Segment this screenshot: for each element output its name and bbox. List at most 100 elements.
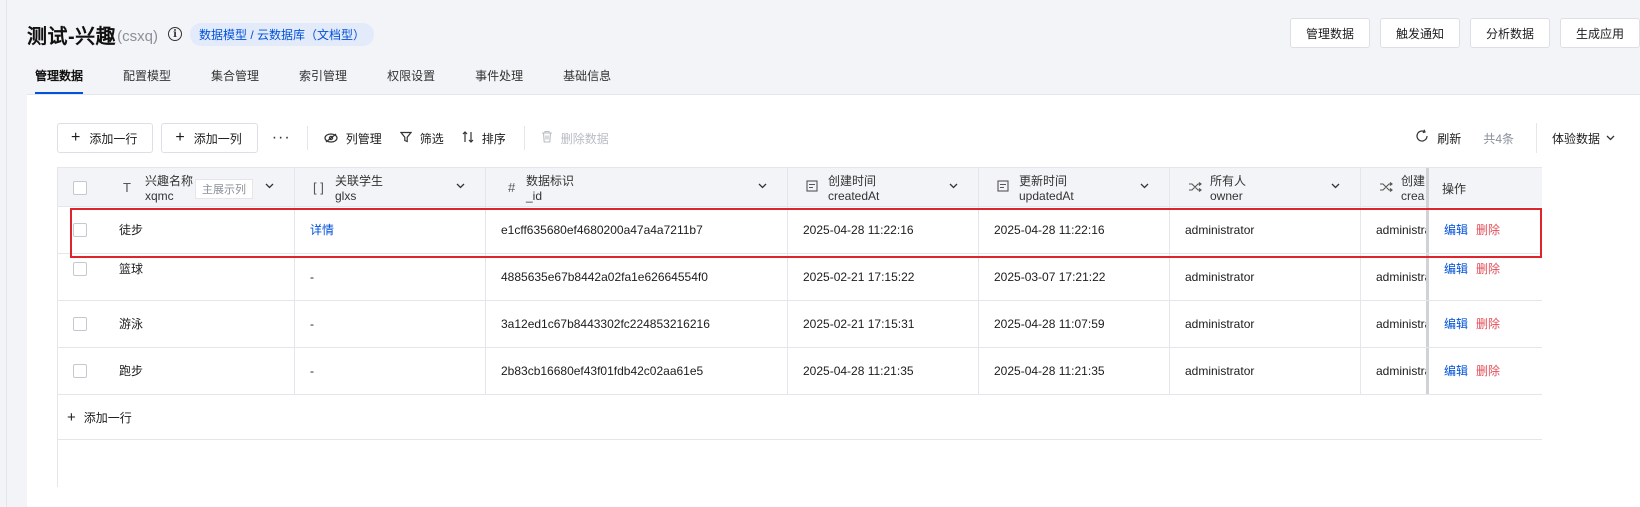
cell-xqmc[interactable]: 跑步 <box>57 348 295 394</box>
row-actions: 编辑 删除 <box>1426 301 1542 347</box>
generate-app-button[interactable]: 生成应用 <box>1559 18 1640 48</box>
more-icon[interactable]: ··· <box>272 129 291 147</box>
cell-glxs[interactable]: - <box>295 348 486 394</box>
chevron-down-icon[interactable] <box>1331 181 1340 192</box>
table-row[interactable]: 跑步 - 2b83cb16680ef43f01fdb42c02aa61e5 20… <box>57 348 1542 395</box>
refresh-icon <box>1415 129 1429 147</box>
row-checkbox[interactable] <box>73 317 87 331</box>
tab-basic-info[interactable]: 基础信息 <box>563 68 611 94</box>
cell-owner[interactable]: administrator <box>1170 348 1361 394</box>
add-row-footer-button[interactable]: + 添加一行 <box>57 395 1542 440</box>
edit-button[interactable]: 编辑 <box>1444 262 1468 276</box>
edit-button[interactable]: 编辑 <box>1444 317 1468 331</box>
toolbar: + 添加一行 + 添加一列 ··· 列管理 筛选 排序 删除数据 刷新 共4条 … <box>57 123 1640 153</box>
cell-xqmc[interactable]: 游泳 <box>57 301 295 347</box>
column-header-id[interactable]: # 数据标识 _id <box>486 168 788 208</box>
cell-glxs[interactable]: - <box>295 254 486 300</box>
tab-bar: 管理数据 配置模型 集合管理 索引管理 权限设置 事件处理 基础信息 <box>35 68 651 94</box>
page-title: 测试-兴趣 <box>27 25 117 48</box>
column-field: glxs <box>335 189 357 203</box>
filter-button[interactable]: 筛选 <box>399 130 444 147</box>
delete-button[interactable]: 删除 <box>1476 364 1500 378</box>
sort-icon <box>462 130 474 146</box>
highlight-box <box>70 208 1542 258</box>
demo-data-dropdown[interactable]: 体验数据 <box>1536 123 1640 153</box>
ops-header-label: 操作 <box>1442 182 1467 196</box>
tab-manage-data[interactable]: 管理数据 <box>35 68 84 94</box>
chevron-down-icon <box>1606 133 1615 144</box>
cell-createdat[interactable]: 2025-02-21 17:15:22 <box>788 254 979 300</box>
cell-glxs[interactable]: - <box>295 301 486 347</box>
cell-owner[interactable]: administrator <box>1170 301 1361 347</box>
cell-createdat[interactable]: 2025-02-21 17:15:31 <box>788 301 979 347</box>
cell-creator[interactable]: administrat <box>1361 301 1426 347</box>
user-relation-icon <box>1379 180 1393 195</box>
cell-updatedat[interactable]: 2025-03-07 17:21:22 <box>979 254 1170 300</box>
left-gutter <box>0 0 7 507</box>
select-all-checkbox[interactable] <box>73 181 87 195</box>
cell-createdat[interactable]: 2025-04-28 11:21:35 <box>788 348 979 394</box>
refresh-button[interactable]: 刷新 <box>1415 129 1461 147</box>
cell-xqmc-text: 游泳 <box>119 317 144 331</box>
cell-id[interactable]: 3a12ed1c67b8443302fc224853216216 <box>486 301 788 347</box>
chevron-down-icon[interactable] <box>1140 181 1149 192</box>
data-panel: + 添加一行 + 添加一列 ··· 列管理 筛选 排序 删除数据 刷新 共4条 … <box>27 95 1640 507</box>
table-row[interactable]: 游泳 - 3a12ed1c67b8443302fc224853216216 20… <box>57 301 1542 348</box>
column-name: 关联学生 <box>335 174 384 188</box>
delete-data-button[interactable]: 删除数据 <box>541 130 609 147</box>
column-header-createdat[interactable]: 创建时间 createdAt <box>788 168 979 208</box>
trigger-notify-button[interactable]: 触发通知 <box>1379 18 1460 48</box>
info-icon[interactable]: i <box>168 27 183 41</box>
cell-updatedat[interactable]: 2025-04-28 11:21:35 <box>979 348 1170 394</box>
add-column-button[interactable]: + 添加一列 <box>161 123 258 153</box>
cell-creator[interactable]: administrat <box>1361 348 1426 394</box>
column-field: xqmc <box>145 189 174 203</box>
eye-off-icon <box>324 131 338 146</box>
cell-xqmc[interactable]: 篮球 <box>57 254 295 300</box>
cell-id[interactable]: 2b83cb16680ef43f01fdb42c02aa61e5 <box>486 348 788 394</box>
delete-button[interactable]: 删除 <box>1476 317 1500 331</box>
delete-button[interactable]: 删除 <box>1476 262 1500 276</box>
column-header-updatedat[interactable]: 更新时间 updatedAt <box>979 168 1170 208</box>
sort-button[interactable]: 排序 <box>462 130 506 147</box>
hash-icon: # <box>508 180 516 195</box>
add-row-label: 添加一行 <box>89 131 138 146</box>
row-checkbox[interactable] <box>73 364 87 378</box>
add-row-footer-label: 添加一行 <box>83 410 132 425</box>
chevron-down-icon[interactable] <box>949 181 958 192</box>
manage-data-button[interactable]: 管理数据 <box>1289 18 1370 48</box>
tab-config-model[interactable]: 配置模型 <box>123 68 171 94</box>
cell-owner[interactable]: administrator <box>1170 254 1361 300</box>
chevron-down-icon[interactable] <box>456 181 465 192</box>
primary-column-chip: 主展示列 <box>195 179 253 199</box>
column-header-xqmc[interactable]: T 兴趣名称 xqmc 主展示列 <box>57 168 295 208</box>
cell-id[interactable]: 4885635e67b8442a02fa1e62664554f0 <box>486 254 788 300</box>
analyze-data-button[interactable]: 分析数据 <box>1469 18 1550 48</box>
column-header-owner[interactable]: 所有人 owner <box>1170 168 1361 208</box>
column-field: updatedAt <box>1019 189 1074 203</box>
column-field: owner <box>1210 189 1243 203</box>
datetime-icon <box>806 180 818 195</box>
edit-button[interactable]: 编辑 <box>1444 364 1468 378</box>
column-manage-button[interactable]: 列管理 <box>324 130 382 147</box>
row-actions: 编辑 删除 <box>1426 348 1542 394</box>
chevron-down-icon[interactable] <box>758 181 767 192</box>
add-column-label: 添加一列 <box>193 131 242 146</box>
row-actions: 编辑 删除 <box>1426 254 1542 300</box>
table-row[interactable]: 篮球 - 4885635e67b8442a02fa1e62664554f0 20… <box>57 254 1542 301</box>
tab-collection[interactable]: 集合管理 <box>211 68 259 94</box>
chevron-down-icon[interactable] <box>265 181 274 192</box>
cell-updatedat[interactable]: 2025-04-28 11:07:59 <box>979 301 1170 347</box>
plus-icon: + <box>67 408 76 426</box>
tab-events[interactable]: 事件处理 <box>475 68 523 94</box>
filter-icon <box>399 131 412 146</box>
type-tag[interactable]: 数据模型 / 云数据库（文档型） <box>190 22 375 46</box>
tab-index[interactable]: 索引管理 <box>299 68 347 94</box>
row-checkbox[interactable] <box>73 262 87 276</box>
add-row-button[interactable]: + 添加一行 <box>57 123 154 153</box>
column-header-creator[interactable]: 创建 crea <box>1361 168 1426 208</box>
tab-permission[interactable]: 权限设置 <box>387 68 435 94</box>
column-header-glxs[interactable]: [ ] 关联学生 glxs <box>295 168 486 208</box>
column-field: _id <box>526 189 543 203</box>
cell-creator[interactable]: administrat <box>1361 254 1426 300</box>
